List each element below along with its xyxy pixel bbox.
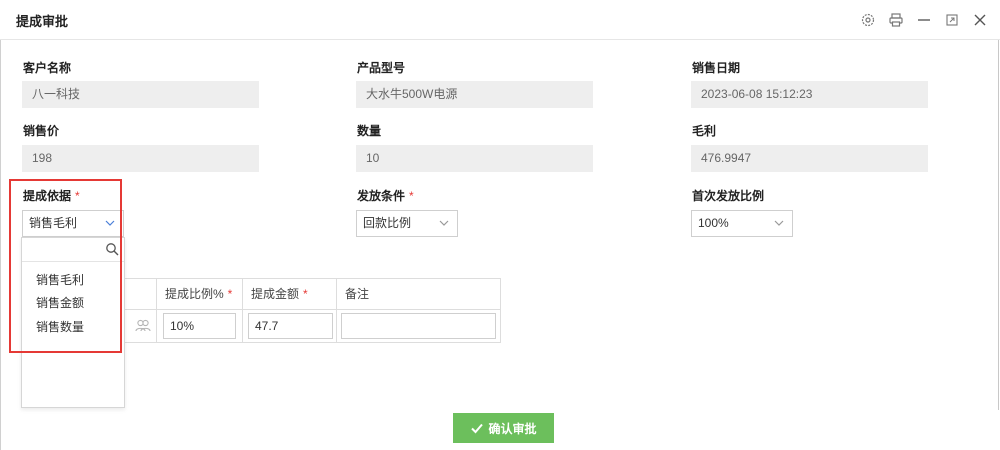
table-header-ratio: 提成比例% * <box>157 279 243 309</box>
commission-basis-label-text: 提成依据 <box>23 189 72 203</box>
commission-basis-dropdown: 销售毛利 销售金额 销售数量 <box>21 237 125 408</box>
amount-input[interactable] <box>248 313 333 339</box>
ratio-header-text: 提成比例% <box>165 287 224 301</box>
minimize-icon[interactable] <box>912 8 936 32</box>
first-payout-ratio-select[interactable]: 100% <box>691 210 793 237</box>
payout-condition-value: 回款比例 <box>363 216 412 230</box>
scrollbar[interactable] <box>998 40 999 410</box>
confirm-approval-button[interactable]: 确认审批 <box>453 413 554 443</box>
payout-condition-label: 发放条件 * <box>357 187 414 204</box>
confirm-label: 确认审批 <box>488 421 537 436</box>
table-row-ratio-cell <box>157 310 243 343</box>
dropdown-search <box>22 238 124 262</box>
chevron-down-icon <box>105 220 115 226</box>
sale-date-field: 2023-06-08 15:12:23 <box>691 81 928 108</box>
first-payout-ratio-label: 首次发放比例 <box>692 189 765 203</box>
required-mark: * <box>303 287 308 301</box>
table-row-user-cell <box>123 310 157 343</box>
price-field: 198 <box>22 145 259 172</box>
table-row-amount-cell <box>243 310 337 343</box>
commission-table: 提成比例% * 提成金额 * 备注 <box>122 278 501 343</box>
left-border <box>0 40 1 450</box>
table-header-blank <box>123 279 157 309</box>
product-label: 产品型号 <box>357 61 406 75</box>
commission-basis-label: 提成依据 * <box>23 187 80 204</box>
amount-header-text: 提成金额 <box>251 287 300 301</box>
table-row-note-cell <box>337 310 500 343</box>
dropdown-option-sales-quantity[interactable]: 销售数量 <box>36 318 84 335</box>
gross-profit-label: 毛利 <box>692 124 717 138</box>
title-bar: 提成审批 <box>0 0 1000 40</box>
payout-condition-select[interactable]: 回款比例 <box>356 210 458 237</box>
price-label: 销售价 <box>23 124 60 138</box>
gross-profit-field: 476.9947 <box>691 145 928 172</box>
chevron-down-icon <box>774 220 784 226</box>
close-icon[interactable] <box>968 8 992 32</box>
payout-condition-label-text: 发放条件 <box>357 189 406 203</box>
dialog-title: 提成审批 <box>16 14 69 29</box>
table-header-note: 备注 <box>345 287 370 301</box>
checkmark-icon <box>471 423 484 434</box>
quantity-label: 数量 <box>357 124 382 138</box>
customer-label: 客户名称 <box>23 61 72 75</box>
sale-date-label: 销售日期 <box>692 61 741 75</box>
search-icon[interactable] <box>105 242 119 256</box>
note-input[interactable] <box>341 313 496 339</box>
dropdown-option-gross-profit[interactable]: 销售毛利 <box>36 271 84 288</box>
printer-icon[interactable] <box>884 8 908 32</box>
first-payout-ratio-value: 100% <box>698 216 729 230</box>
quantity-field: 10 <box>356 145 593 172</box>
commission-basis-value: 销售毛利 <box>29 216 78 230</box>
restore-icon[interactable] <box>940 8 964 32</box>
user-group-icon[interactable] <box>135 319 151 333</box>
required-mark: * <box>227 287 233 301</box>
chevron-down-icon <box>439 220 449 226</box>
required-mark: * <box>409 189 414 203</box>
dropdown-option-sales-amount[interactable]: 销售金额 <box>36 294 84 311</box>
required-mark: * <box>75 189 80 203</box>
gear-icon[interactable] <box>856 8 880 32</box>
ratio-input[interactable] <box>163 313 236 339</box>
table-header-amount: 提成金额 * <box>243 279 337 309</box>
window-controls <box>856 8 992 32</box>
customer-field: 八一科技 <box>22 81 259 108</box>
commission-basis-select[interactable]: 销售毛利 <box>22 210 124 237</box>
dropdown-search-input[interactable] <box>24 240 102 260</box>
product-field: 大水牛500W电源 <box>356 81 593 108</box>
